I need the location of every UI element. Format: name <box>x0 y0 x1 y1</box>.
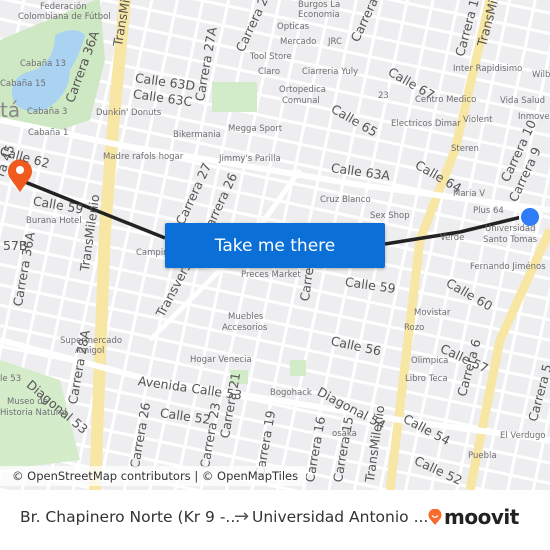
poi-label: Mercado <box>280 37 317 47</box>
moovit-wordmark: moovit <box>444 505 519 529</box>
poi-label: Rozo <box>404 323 425 333</box>
poi-label: Bikermania <box>173 130 221 140</box>
poi-label: Vida Salud <box>500 96 546 106</box>
poi-label: Sex Shop <box>370 211 410 221</box>
poi-label: Wilb <box>532 70 550 80</box>
poi-label: Museo de <box>7 397 48 407</box>
poi-label: Historia Natural <box>0 408 67 418</box>
poi-label: Olimpica <box>411 356 449 366</box>
map[interactable]: Federación Colombiana de Fútbol TransMil… <box>0 0 550 490</box>
poi-label: Bogohack <box>270 388 312 398</box>
park <box>290 360 306 376</box>
poi-label: Cabaña 13 <box>20 59 66 69</box>
poi-label: Madre rafols hogar <box>103 152 184 162</box>
poi-label: Accesorios <box>222 323 268 333</box>
poi-label: Fernando Jiménos <box>470 262 546 272</box>
destination-label: Universidad Antonio ... <box>252 508 429 526</box>
poi-label: Muebles <box>228 312 264 322</box>
poi-label: Opticas <box>277 22 310 32</box>
poi-label: Campin <box>136 248 169 258</box>
poi-label: Movistar <box>414 308 451 318</box>
poi-label: Inter Rapidisimo <box>453 64 523 74</box>
poi-label: Santo Tomas <box>483 235 538 245</box>
poi-label: Burgos La <box>298 0 341 10</box>
poi-label: Verde <box>440 233 465 243</box>
park <box>212 82 257 112</box>
poi-label: Electricos Dimar <box>391 119 461 129</box>
poi-label: Federación <box>40 2 87 12</box>
take-me-there-button[interactable]: Take me there <box>165 223 385 268</box>
poi-label: Cabaña 15 <box>0 79 46 89</box>
poi-label: Steren <box>451 144 479 154</box>
poi-label: JRC <box>328 37 342 47</box>
poi-label: Jimmy's Parilla <box>219 154 281 164</box>
poi-label: Universidad <box>485 224 536 234</box>
poi-label: Tool Store <box>250 52 292 62</box>
poi-label: Megga Sport <box>228 124 283 134</box>
poi-label: Claro <box>258 67 281 77</box>
city-label: tá <box>0 98 21 122</box>
poi-label: Ortopedica <box>279 85 326 95</box>
poi-label: Cabaña 1 <box>28 128 69 138</box>
poi-label: 23 <box>378 91 389 101</box>
moovit-pin-icon <box>428 509 442 525</box>
poi-label: Centro Medico <box>415 95 477 105</box>
poi-label: Comunal <box>282 96 320 106</box>
poi-label: Violent <box>463 115 493 125</box>
poi-label: El Verdugo <box>500 431 546 441</box>
arrow-right-icon: → <box>234 506 250 527</box>
poi-label: le 53 <box>0 374 22 384</box>
poi-label: Burana Hotel <box>26 216 82 226</box>
moovit-logo[interactable]: moovit <box>428 505 519 529</box>
origin-label: Br. Chapinero Norte (Kr 9 -... <box>20 508 241 526</box>
poi-label: Colombiana de Fútbol <box>18 12 111 22</box>
poi-label: Cabaña 3 <box>27 107 68 117</box>
poi-label: Ciarreria Yuly <box>302 67 359 77</box>
poi-label: Puebla <box>468 451 497 461</box>
poi-label: Cruz Blanco <box>320 195 371 205</box>
poi-label: Libro Teca <box>405 374 448 384</box>
poi-label: Economia <box>298 10 340 20</box>
poi-label: Hogar Venecia <box>190 355 252 365</box>
poi-label: Preces Market <box>241 270 301 280</box>
map-attribution[interactable]: © OpenStreetMap contributors | © OpenMap… <box>0 466 307 486</box>
poi-label: Dunkin' Donuts <box>96 108 162 118</box>
poi-label: Plus 64 <box>473 206 504 216</box>
poi-label: Maria V <box>453 189 486 199</box>
